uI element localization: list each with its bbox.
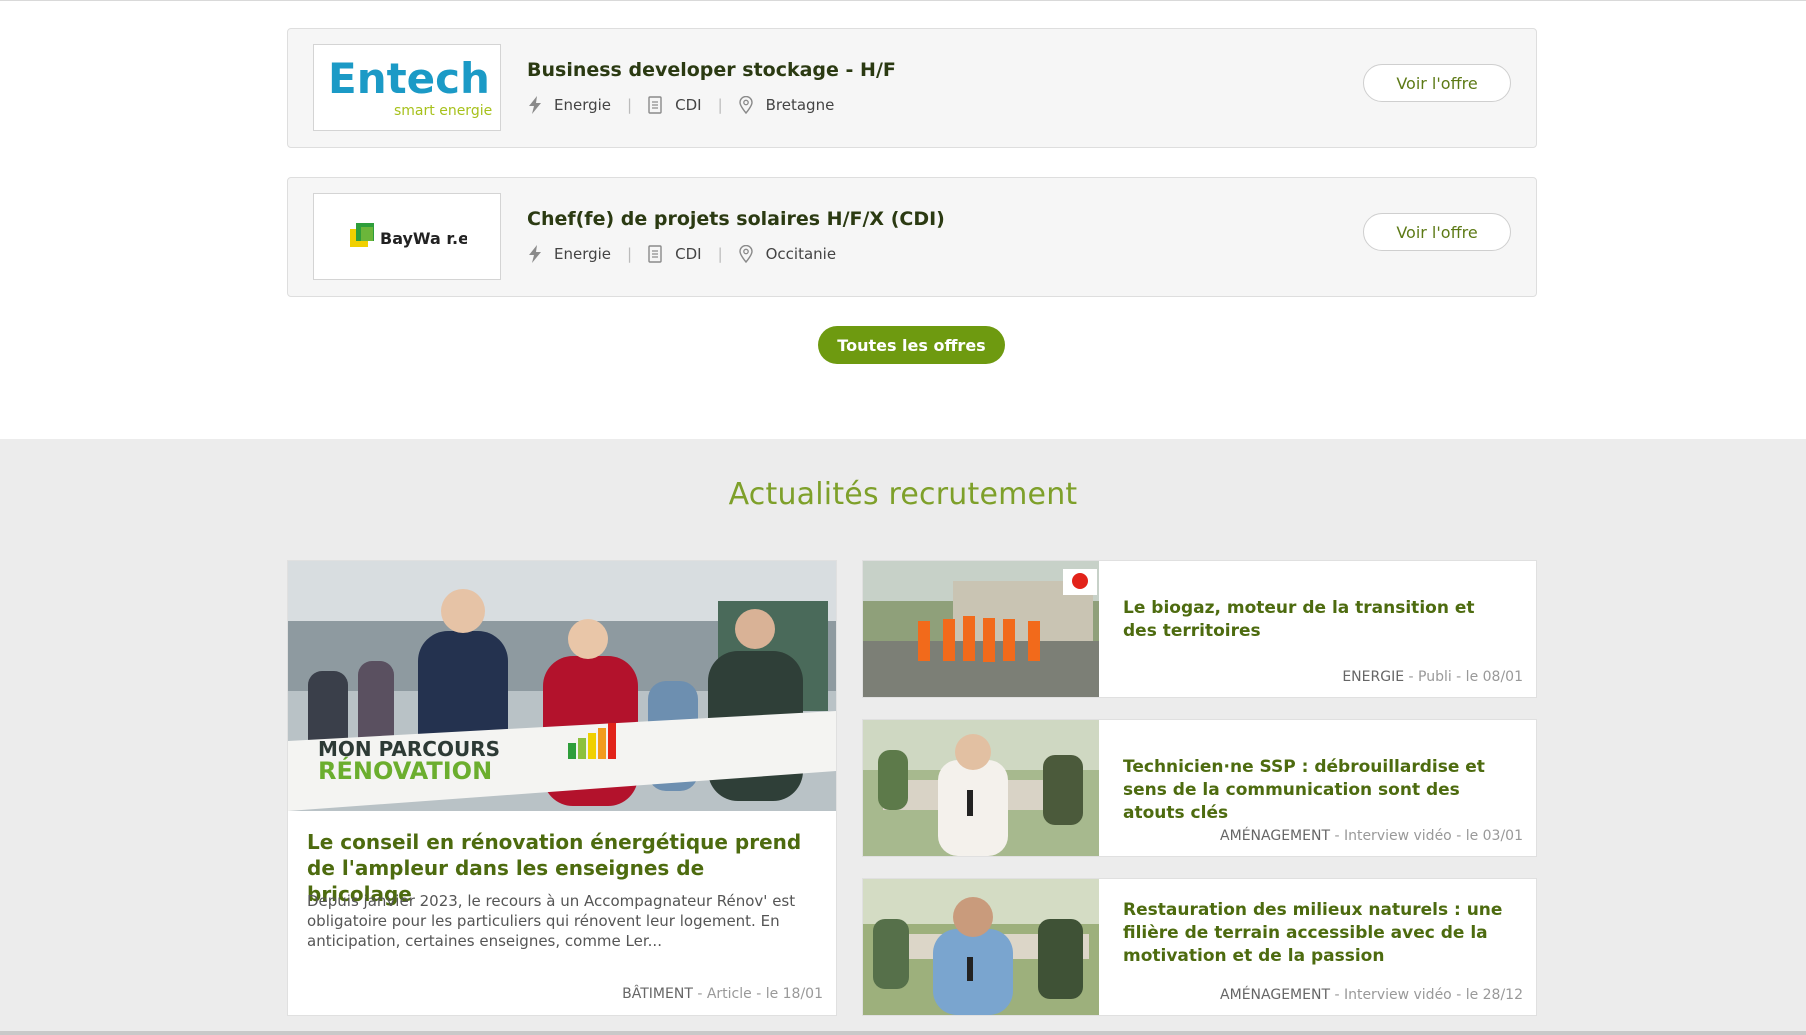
lightning-icon bbox=[527, 244, 545, 264]
news-list-item[interactable]: Le biogaz, moteur de la transition et de… bbox=[862, 560, 1537, 698]
news-item-title[interactable]: Le biogaz, moteur de la transition et de… bbox=[1123, 597, 1513, 643]
location-pin-icon bbox=[738, 95, 757, 115]
news-item-title[interactable]: Technicien·ne SSP : débrouillardise et s… bbox=[1123, 756, 1513, 825]
news-item-image[interactable] bbox=[863, 720, 1099, 856]
job-sector: Energie bbox=[554, 96, 612, 114]
location-pin-icon bbox=[738, 244, 757, 264]
article-type-date: - Article - le 18/01 bbox=[692, 986, 823, 1002]
job-location: Bretagne bbox=[765, 96, 835, 114]
meta-separator: | bbox=[717, 96, 723, 114]
top-divider bbox=[0, 0, 1806, 1]
meta-separator: | bbox=[627, 245, 633, 263]
view-offer-button[interactable]: Voir l'offre bbox=[1363, 64, 1511, 102]
job-card[interactable]: BayWa r.e. Chef(fe) de projets solaires … bbox=[287, 177, 1537, 297]
article-meta: ENERGIE - Publi - le 08/01 bbox=[1342, 669, 1523, 685]
document-icon bbox=[648, 95, 666, 115]
document-icon bbox=[648, 244, 666, 264]
job-sector: Energie bbox=[554, 245, 612, 263]
baywa-logo-image: BayWa r.e. bbox=[350, 222, 467, 248]
article-type-date: - Interview vidéo - le 28/12 bbox=[1330, 987, 1523, 1003]
job-title[interactable]: Business developer stockage - H/F bbox=[527, 59, 896, 81]
job-contract: CDI bbox=[675, 96, 702, 114]
news-list-item[interactable]: Restauration des milieux naturels : une … bbox=[862, 878, 1537, 1016]
article-meta: AMÉNAGEMENT - Interview vidéo - le 03/01 bbox=[1220, 828, 1523, 844]
news-item-image[interactable] bbox=[863, 561, 1099, 697]
bottom-divider bbox=[0, 1031, 1806, 1035]
all-offers-button[interactable]: Toutes les offres bbox=[818, 326, 1005, 364]
entech-logo-image: Entech smart energies bbox=[328, 54, 492, 119]
meta-separator: | bbox=[717, 245, 723, 263]
featured-article-image[interactable]: MON PARCOURS RÉNOVATION bbox=[288, 561, 836, 811]
article-meta: BÂTIMENT - Article - le 18/01 bbox=[622, 986, 823, 1002]
meta-separator: | bbox=[627, 96, 633, 114]
company-logo-entech[interactable]: Entech smart energies bbox=[313, 44, 501, 131]
article-category: AMÉNAGEMENT bbox=[1220, 987, 1330, 1003]
job-card[interactable]: Entech smart energies Business developer… bbox=[287, 28, 1537, 148]
news-list-item[interactable]: Technicien·ne SSP : débrouillardise et s… bbox=[862, 719, 1537, 857]
lightning-icon bbox=[527, 95, 545, 115]
svg-text:Entech: Entech bbox=[328, 54, 490, 103]
job-meta: Energie | CDI | Bretagne bbox=[527, 95, 834, 115]
article-type-date: - Interview vidéo - le 03/01 bbox=[1330, 828, 1523, 844]
view-offer-button[interactable]: Voir l'offre bbox=[1363, 213, 1511, 251]
job-contract: CDI bbox=[675, 245, 702, 263]
article-category: BÂTIMENT bbox=[622, 986, 693, 1002]
article-category: AMÉNAGEMENT bbox=[1220, 828, 1330, 844]
job-meta: Energie | CDI | Occitanie bbox=[527, 244, 836, 264]
job-title[interactable]: Chef(fe) de projets solaires H/F/X (CDI) bbox=[527, 208, 945, 230]
company-logo-baywa[interactable]: BayWa r.e. bbox=[313, 193, 501, 280]
svg-text:smart energies: smart energies bbox=[394, 103, 492, 119]
job-location: Occitanie bbox=[765, 245, 837, 263]
svg-text:BayWa r.e.: BayWa r.e. bbox=[380, 229, 467, 248]
news-item-title[interactable]: Restauration des milieux naturels : une … bbox=[1123, 899, 1513, 968]
news-section: Actualités recrutement MON PARCOURS RÉNO… bbox=[0, 439, 1806, 1035]
featured-article-card[interactable]: MON PARCOURS RÉNOVATION Le conseil en ré… bbox=[287, 560, 837, 1016]
section-heading: Actualités recrutement bbox=[728, 477, 1078, 512]
article-meta: AMÉNAGEMENT - Interview vidéo - le 28/12 bbox=[1220, 987, 1523, 1003]
news-item-image[interactable] bbox=[863, 879, 1099, 1015]
banner-text: RÉNOVATION bbox=[318, 756, 492, 785]
article-category: ENERGIE bbox=[1342, 669, 1405, 685]
job-offers-list: Entech smart energies Business developer… bbox=[287, 28, 1537, 326]
featured-article-excerpt: Depuis janvier 2023, le recours à un Acc… bbox=[307, 892, 796, 950]
article-type-date: - Publi - le 08/01 bbox=[1404, 669, 1523, 685]
